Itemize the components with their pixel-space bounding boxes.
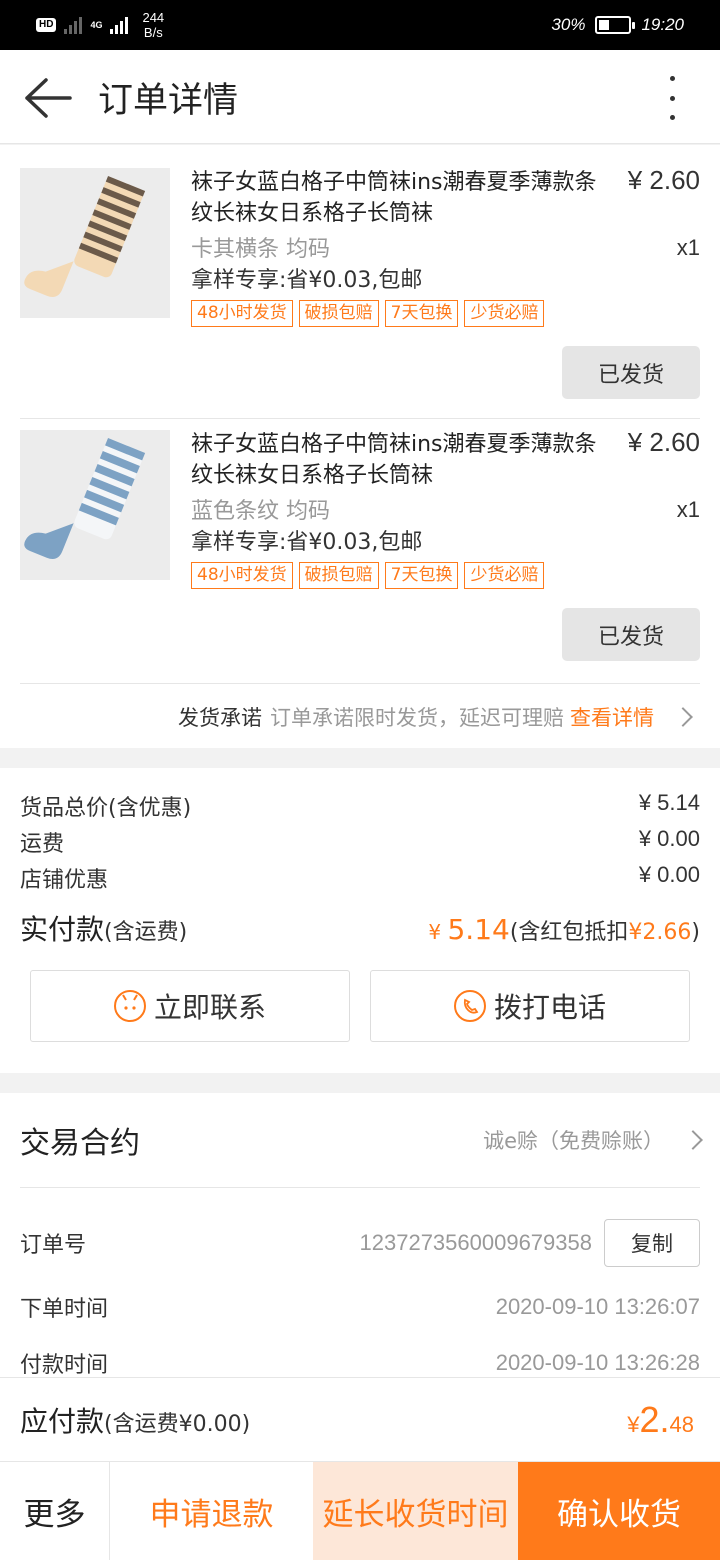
more-menu-icon[interactable] <box>660 74 684 122</box>
order-time-value: 2020-09-10 13:26:07 <box>495 1294 700 1319</box>
promise-label: 发货承诺 <box>178 705 262 730</box>
shipping-fee-row: 运费 ¥ 0.00 <box>20 826 700 858</box>
product-item[interactable]: 袜子女蓝白格子中筒袜ins潮春夏季薄款条纹长袜女日系格子长筒袜 ¥ 2.60 卡… <box>0 145 720 405</box>
signal-icon-2 <box>110 16 129 34</box>
call-phone-button[interactable]: 拨打电话 <box>370 970 690 1042</box>
promise-desc: 订单承诺限时发货，延迟可理赔 <box>270 705 564 730</box>
service-tag: 7天包换 <box>384 300 459 327</box>
more-button[interactable]: 更多 <box>0 1462 110 1560</box>
status-bar: HD 4G 244 B/s 30% 19:20 <box>0 0 720 50</box>
product-price: ¥ 2.60 <box>627 165 700 195</box>
product-thumbnail[interactable] <box>20 168 170 318</box>
goods-total-value: ¥ 5.14 <box>638 790 700 815</box>
service-tags: 48小时发货 破损包赔 7天包换 少货必赔 <box>191 300 545 327</box>
product-qty: x1 <box>676 497 700 522</box>
product-price: ¥ 2.60 <box>627 427 700 457</box>
app-header: 订单详情 <box>0 50 720 144</box>
order-time-label: 下单时间 <box>20 1297 109 1322</box>
chevron-right-icon <box>683 1130 703 1150</box>
payable-label: 应付款 <box>20 1404 105 1438</box>
product-thumbnail[interactable] <box>20 430 170 580</box>
divider <box>20 683 700 684</box>
goods-total-row: 货品总价(含优惠) ¥ 5.14 <box>20 790 700 822</box>
actual-paid-sub: (含运费) <box>104 920 188 945</box>
apply-refund-button[interactable]: 申请退款 <box>110 1462 313 1560</box>
payable-amount: ¥2.48 <box>627 1398 694 1440</box>
service-tag: 48小时发货 <box>191 300 293 327</box>
bottom-action-bar: 更多 申请退款 延长收货时间 确认收货 <box>0 1461 720 1560</box>
price-summary: 货品总价(含优惠) ¥ 5.14 运费 ¥ 0.00 店铺优惠 ¥ 0.00 实… <box>0 768 720 1073</box>
confirm-receipt-button[interactable]: 确认收货 <box>518 1462 720 1560</box>
hd-icon: HD <box>36 18 57 32</box>
product-spec: 蓝色条纹 均码 <box>191 499 330 524</box>
service-tags: 48小时发货 破损包赔 7天包换 少货必赔 <box>191 562 545 589</box>
store-discount-value: ¥ 0.00 <box>638 862 700 887</box>
back-arrow-icon[interactable] <box>22 76 74 120</box>
copy-button[interactable]: 复制 <box>604 1219 700 1267</box>
trade-contract-title: 交易合约 <box>20 1126 140 1161</box>
payable-bar: 应付款(含运费¥0.00) ¥2.48 <box>0 1377 720 1461</box>
service-tag: 破损包赔 <box>298 562 379 589</box>
actual-paid-row: 实付款(含运费) ¥ 5.14(含红包抵扣¥2.66) <box>20 908 700 948</box>
store-discount-label: 店铺优惠 <box>20 868 109 893</box>
contact-now-label: 立即联系 <box>153 991 266 1024</box>
service-tag: 破损包赔 <box>298 300 379 327</box>
service-tag: 7天包换 <box>384 562 459 589</box>
page-title: 订单详情 <box>98 81 239 121</box>
chat-icon <box>113 990 146 1022</box>
store-discount-row: 店铺优惠 ¥ 0.00 <box>20 862 700 894</box>
payable-sub: (含运费¥0.00) <box>104 1411 251 1437</box>
battery-percent: 30% <box>551 15 586 34</box>
service-tag: 48小时发货 <box>191 562 293 589</box>
signal-icon <box>64 16 83 34</box>
actual-paid-label: 实付款 <box>20 913 105 946</box>
order-number-row: 订单号 1237273560009679358 复制 <box>20 1219 700 1267</box>
trade-contract-row[interactable]: 交易合约 诚e赊（免费赊账） <box>20 1093 703 1188</box>
shipped-status-button[interactable]: 已发货 <box>562 346 700 399</box>
actual-paid-value: ¥ 5.14(含红包抵扣¥2.66) <box>428 913 700 946</box>
status-left: HD 4G 244 B/s <box>36 10 164 40</box>
shipping-fee-value: ¥ 0.00 <box>638 826 700 851</box>
status-right: 30% 19:20 <box>551 12 684 38</box>
service-tag: 少货必赔 <box>464 562 545 589</box>
extend-receipt-button[interactable]: 延长收货时间 <box>313 1462 518 1560</box>
product-list: 袜子女蓝白格子中筒袜ins潮春夏季薄款条纹长袜女日系格子长筒袜 ¥ 2.60 卡… <box>0 145 720 748</box>
product-name[interactable]: 袜子女蓝白格子中筒袜ins潮春夏季薄款条纹长袜女日系格子长筒袜 <box>191 429 611 491</box>
product-qty: x1 <box>676 235 700 260</box>
product-promo: 拿样专享:省¥0.03,包邮 <box>191 530 423 555</box>
service-tag: 少货必赔 <box>464 300 545 327</box>
pay-time-label: 付款时间 <box>20 1353 109 1378</box>
call-phone-label: 拨打电话 <box>493 991 606 1024</box>
product-spec: 卡其横条 均码 <box>191 237 330 262</box>
battery-icon <box>595 16 636 34</box>
order-time-row: 下单时间 2020-09-10 13:26:07 <box>20 1291 700 1323</box>
chevron-right-icon <box>673 706 693 727</box>
order-number-value: 1237273560009679358 <box>359 1230 592 1255</box>
contact-now-button[interactable]: 立即联系 <box>30 970 350 1042</box>
pay-time-value: 2020-09-10 13:26:28 <box>495 1350 700 1375</box>
product-item[interactable]: 袜子女蓝白格子中筒袜ins潮春夏季薄款条纹长袜女日系格子长筒袜 ¥ 2.60 蓝… <box>0 407 720 667</box>
order-number-label: 订单号 <box>20 1233 87 1258</box>
shipping-promise-row[interactable]: 发货承诺 订单承诺限时发货，延迟可理赔 查看详情 <box>0 685 720 748</box>
network-label: 4G <box>90 20 103 30</box>
pay-time-row: 付款时间 2020-09-10 13:26:28 <box>20 1347 700 1379</box>
network-speed: 244 B/s <box>142 10 165 40</box>
clock: 19:20 <box>641 15 684 34</box>
shipping-fee-label: 运费 <box>20 832 65 857</box>
trade-contract-value: 诚e赊（免费赊账） <box>483 1129 664 1153</box>
product-name[interactable]: 袜子女蓝白格子中筒袜ins潮春夏季薄款条纹长袜女日系格子长筒袜 <box>191 167 611 229</box>
goods-total-label: 货品总价(含优惠) <box>20 796 192 821</box>
shipped-status-button[interactable]: 已发货 <box>562 608 700 661</box>
order-info: 交易合约 诚e赊（免费赊账） 订单号 1237273560009679358 复… <box>0 1093 720 1393</box>
phone-icon <box>453 990 486 1022</box>
view-details-link[interactable]: 查看详情 <box>570 702 654 732</box>
product-promo: 拿样专享:省¥0.03,包邮 <box>191 268 423 293</box>
